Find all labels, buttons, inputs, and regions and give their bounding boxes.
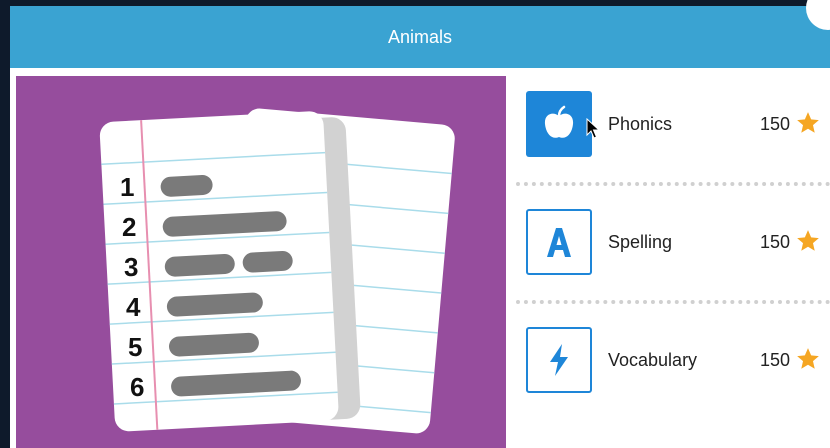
activity-item-phonics[interactable]: Phonics 150 <box>514 74 830 176</box>
activity-label-vocabulary: Vocabulary <box>608 350 698 370</box>
list-number-4: 4 <box>126 292 141 322</box>
star-icon <box>797 112 819 133</box>
activity-label-phonics: Phonics <box>608 114 673 134</box>
list-number-1: 1 <box>120 172 134 202</box>
list-number-6: 6 <box>130 372 144 402</box>
phonics-tile[interactable] <box>526 91 592 157</box>
content-panel: 1 2 3 4 5 6 Phonics 150 Spelling 150 Voc… <box>10 68 830 448</box>
list-papers-icon: 1 2 3 4 5 6 <box>99 108 455 434</box>
star-icon <box>797 230 819 251</box>
activity-points-vocabulary: 150 <box>760 350 791 370</box>
activity-item-spelling[interactable]: Spelling 150 <box>514 192 830 294</box>
list-number-2: 2 <box>122 212 136 242</box>
page-header: Animals <box>10 6 830 68</box>
list-papers-illustration: 1 2 3 4 5 6 <box>16 76 506 448</box>
star-icon <box>797 348 819 369</box>
letter-a-icon <box>547 228 571 257</box>
mouse-cursor-icon <box>586 118 600 139</box>
spelling-tile[interactable] <box>526 209 592 275</box>
list-divider <box>516 300 830 304</box>
list-number-5: 5 <box>128 332 142 362</box>
list-number-3: 3 <box>124 252 138 282</box>
lightning-icon <box>550 344 568 376</box>
activity-item-vocabulary[interactable]: Vocabulary 150 <box>514 310 830 412</box>
list-divider <box>516 182 830 186</box>
apple-icon <box>544 105 574 138</box>
activity-points-spelling: 150 <box>760 232 791 252</box>
vocabulary-tile[interactable] <box>526 327 592 393</box>
activity-points-phonics: 150 <box>760 114 791 134</box>
activity-list: Phonics 150 Spelling 150 Vocabulary 150 <box>514 68 830 448</box>
activity-label-spelling: Spelling <box>608 232 673 252</box>
page-title: Animals <box>387 26 453 47</box>
